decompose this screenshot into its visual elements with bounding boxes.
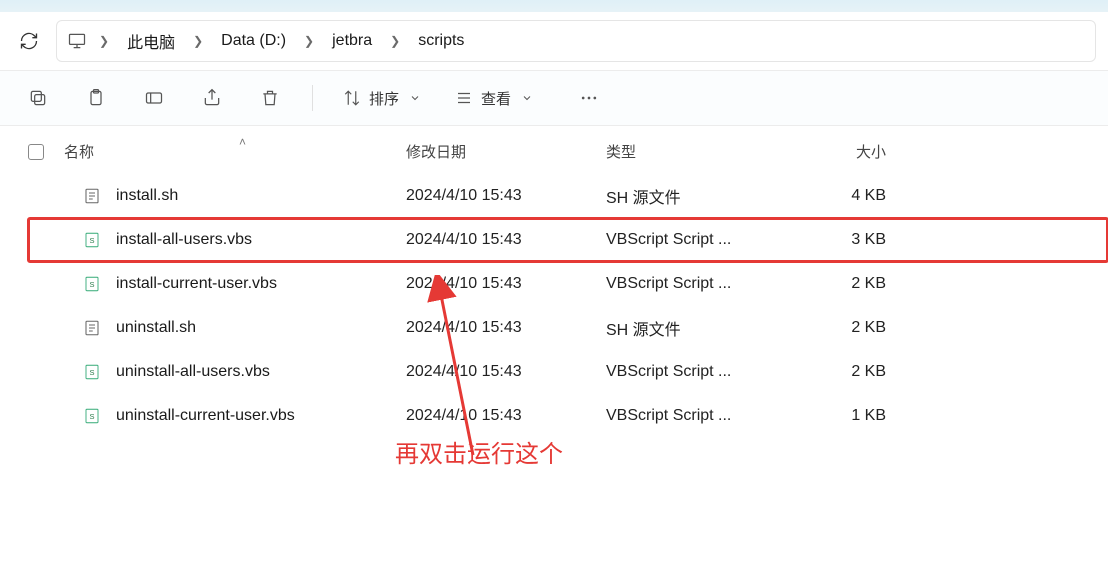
- file-row[interactable]: Suninstall-current-user.vbs 2024/4/10 15:…: [28, 394, 1108, 438]
- file-row[interactable]: uninstall.sh 2024/4/10 15:43SH 源文件2 KB: [28, 306, 1108, 350]
- share-button[interactable]: [192, 78, 232, 118]
- rename-button[interactable]: [134, 78, 174, 118]
- annotation-text: 再双击运行这个: [395, 434, 563, 469]
- tab-strip: [0, 0, 1108, 12]
- file-size: 2 KB: [786, 363, 906, 381]
- file-icon: S: [82, 230, 102, 250]
- file-icon: [82, 318, 102, 338]
- column-header-date[interactable]: 修改日期: [406, 141, 606, 162]
- file-name: uninstall-current-user.vbs: [116, 407, 295, 425]
- file-name: uninstall.sh: [116, 319, 196, 337]
- breadcrumb-segment-drive[interactable]: Data (D:): [215, 28, 292, 54]
- sort-button[interactable]: 排序: [335, 78, 429, 118]
- chevron-down-icon: [521, 92, 533, 104]
- delete-button[interactable]: [250, 78, 290, 118]
- file-date: 2024/4/10 15:43: [406, 407, 606, 425]
- breadcrumb-separator: ❯: [384, 34, 406, 48]
- breadcrumb-segment-folder-1[interactable]: jetbra: [326, 28, 378, 54]
- svg-text:S: S: [89, 280, 94, 289]
- file-size: 2 KB: [786, 275, 906, 293]
- address-bar-row: ❯ 此电脑 ❯ Data (D:) ❯ jetbra ❯ scripts: [0, 12, 1108, 70]
- file-name: install-all-users.vbs: [116, 231, 252, 249]
- view-button[interactable]: 查看: [447, 78, 541, 118]
- view-label: 查看: [481, 88, 511, 109]
- file-date: 2024/4/10 15:43: [406, 187, 606, 205]
- copy-icon: [28, 88, 48, 108]
- file-type: VBScript Script ...: [606, 275, 786, 293]
- file-row[interactable]: Suninstall-all-users.vbs 2024/4/10 15:43V…: [28, 350, 1108, 394]
- share-icon: [202, 88, 222, 108]
- column-header-name[interactable]: 名称 ˄: [64, 141, 406, 162]
- copy-button[interactable]: [18, 78, 58, 118]
- sort-icon: [343, 89, 361, 107]
- file-date: 2024/4/10 15:43: [406, 275, 606, 293]
- refresh-button[interactable]: [12, 24, 46, 58]
- breadcrumb-separator: ❯: [93, 34, 115, 48]
- column-header-size[interactable]: 大小: [786, 141, 906, 162]
- more-icon: [579, 88, 599, 108]
- svg-text:S: S: [89, 368, 94, 377]
- file-row[interactable]: Sinstall-all-users.vbs 2024/4/10 15:43VBS…: [28, 218, 1108, 262]
- view-icon: [455, 89, 473, 107]
- more-button[interactable]: [569, 78, 609, 118]
- trash-icon: [260, 88, 280, 108]
- column-header-type[interactable]: 类型: [606, 141, 786, 162]
- file-icon: S: [82, 406, 102, 426]
- file-icon: [82, 186, 102, 206]
- file-row[interactable]: Sinstall-current-user.vbs 2024/4/10 15:43…: [28, 262, 1108, 306]
- file-type: VBScript Script ...: [606, 407, 786, 425]
- breadcrumb-segment-this-pc[interactable]: 此电脑: [121, 25, 181, 57]
- this-pc-icon: [67, 31, 87, 51]
- paste-button[interactable]: [76, 78, 116, 118]
- toolbar-separator: [312, 85, 313, 111]
- breadcrumb-separator: ❯: [298, 34, 320, 48]
- file-size: 2 KB: [786, 319, 906, 337]
- paste-icon: [86, 88, 106, 108]
- chevron-down-icon: [409, 92, 421, 104]
- file-name: uninstall-all-users.vbs: [116, 363, 270, 381]
- file-date: 2024/4/10 15:43: [406, 319, 606, 337]
- breadcrumb-separator: ❯: [187, 34, 209, 48]
- file-date: 2024/4/10 15:43: [406, 363, 606, 381]
- sort-caret-icon: ˄: [239, 135, 246, 149]
- refresh-icon: [19, 31, 39, 51]
- sort-label: 排序: [369, 88, 399, 109]
- file-type: VBScript Script ...: [606, 363, 786, 381]
- file-type: SH 源文件: [606, 316, 786, 340]
- file-row[interactable]: install.sh 2024/4/10 15:43SH 源文件4 KB: [28, 174, 1108, 218]
- file-size: 1 KB: [786, 407, 906, 425]
- file-name: install.sh: [116, 187, 178, 205]
- rename-icon: [144, 88, 164, 108]
- file-list-area: 名称 ˄ 修改日期 类型 大小 install.sh 2024/4/10 15:4…: [0, 126, 1108, 438]
- svg-text:S: S: [89, 412, 94, 421]
- file-type: SH 源文件: [606, 184, 786, 208]
- file-size: 3 KB: [786, 231, 906, 249]
- file-icon: S: [82, 362, 102, 382]
- select-all-checkbox[interactable]: [28, 144, 64, 160]
- file-type: VBScript Script ...: [606, 231, 786, 249]
- toolbar: 排序 查看: [0, 70, 1108, 126]
- column-header-row: 名称 ˄ 修改日期 类型 大小: [28, 130, 1108, 174]
- svg-text:S: S: [89, 236, 94, 245]
- file-size: 4 KB: [786, 187, 906, 205]
- breadcrumb[interactable]: ❯ 此电脑 ❯ Data (D:) ❯ jetbra ❯ scripts: [56, 20, 1096, 62]
- file-name: install-current-user.vbs: [116, 275, 277, 293]
- file-icon: S: [82, 274, 102, 294]
- breadcrumb-segment-folder-2[interactable]: scripts: [412, 28, 470, 54]
- column-header-name-label: 名称: [64, 141, 94, 162]
- file-date: 2024/4/10 15:43: [406, 231, 606, 249]
